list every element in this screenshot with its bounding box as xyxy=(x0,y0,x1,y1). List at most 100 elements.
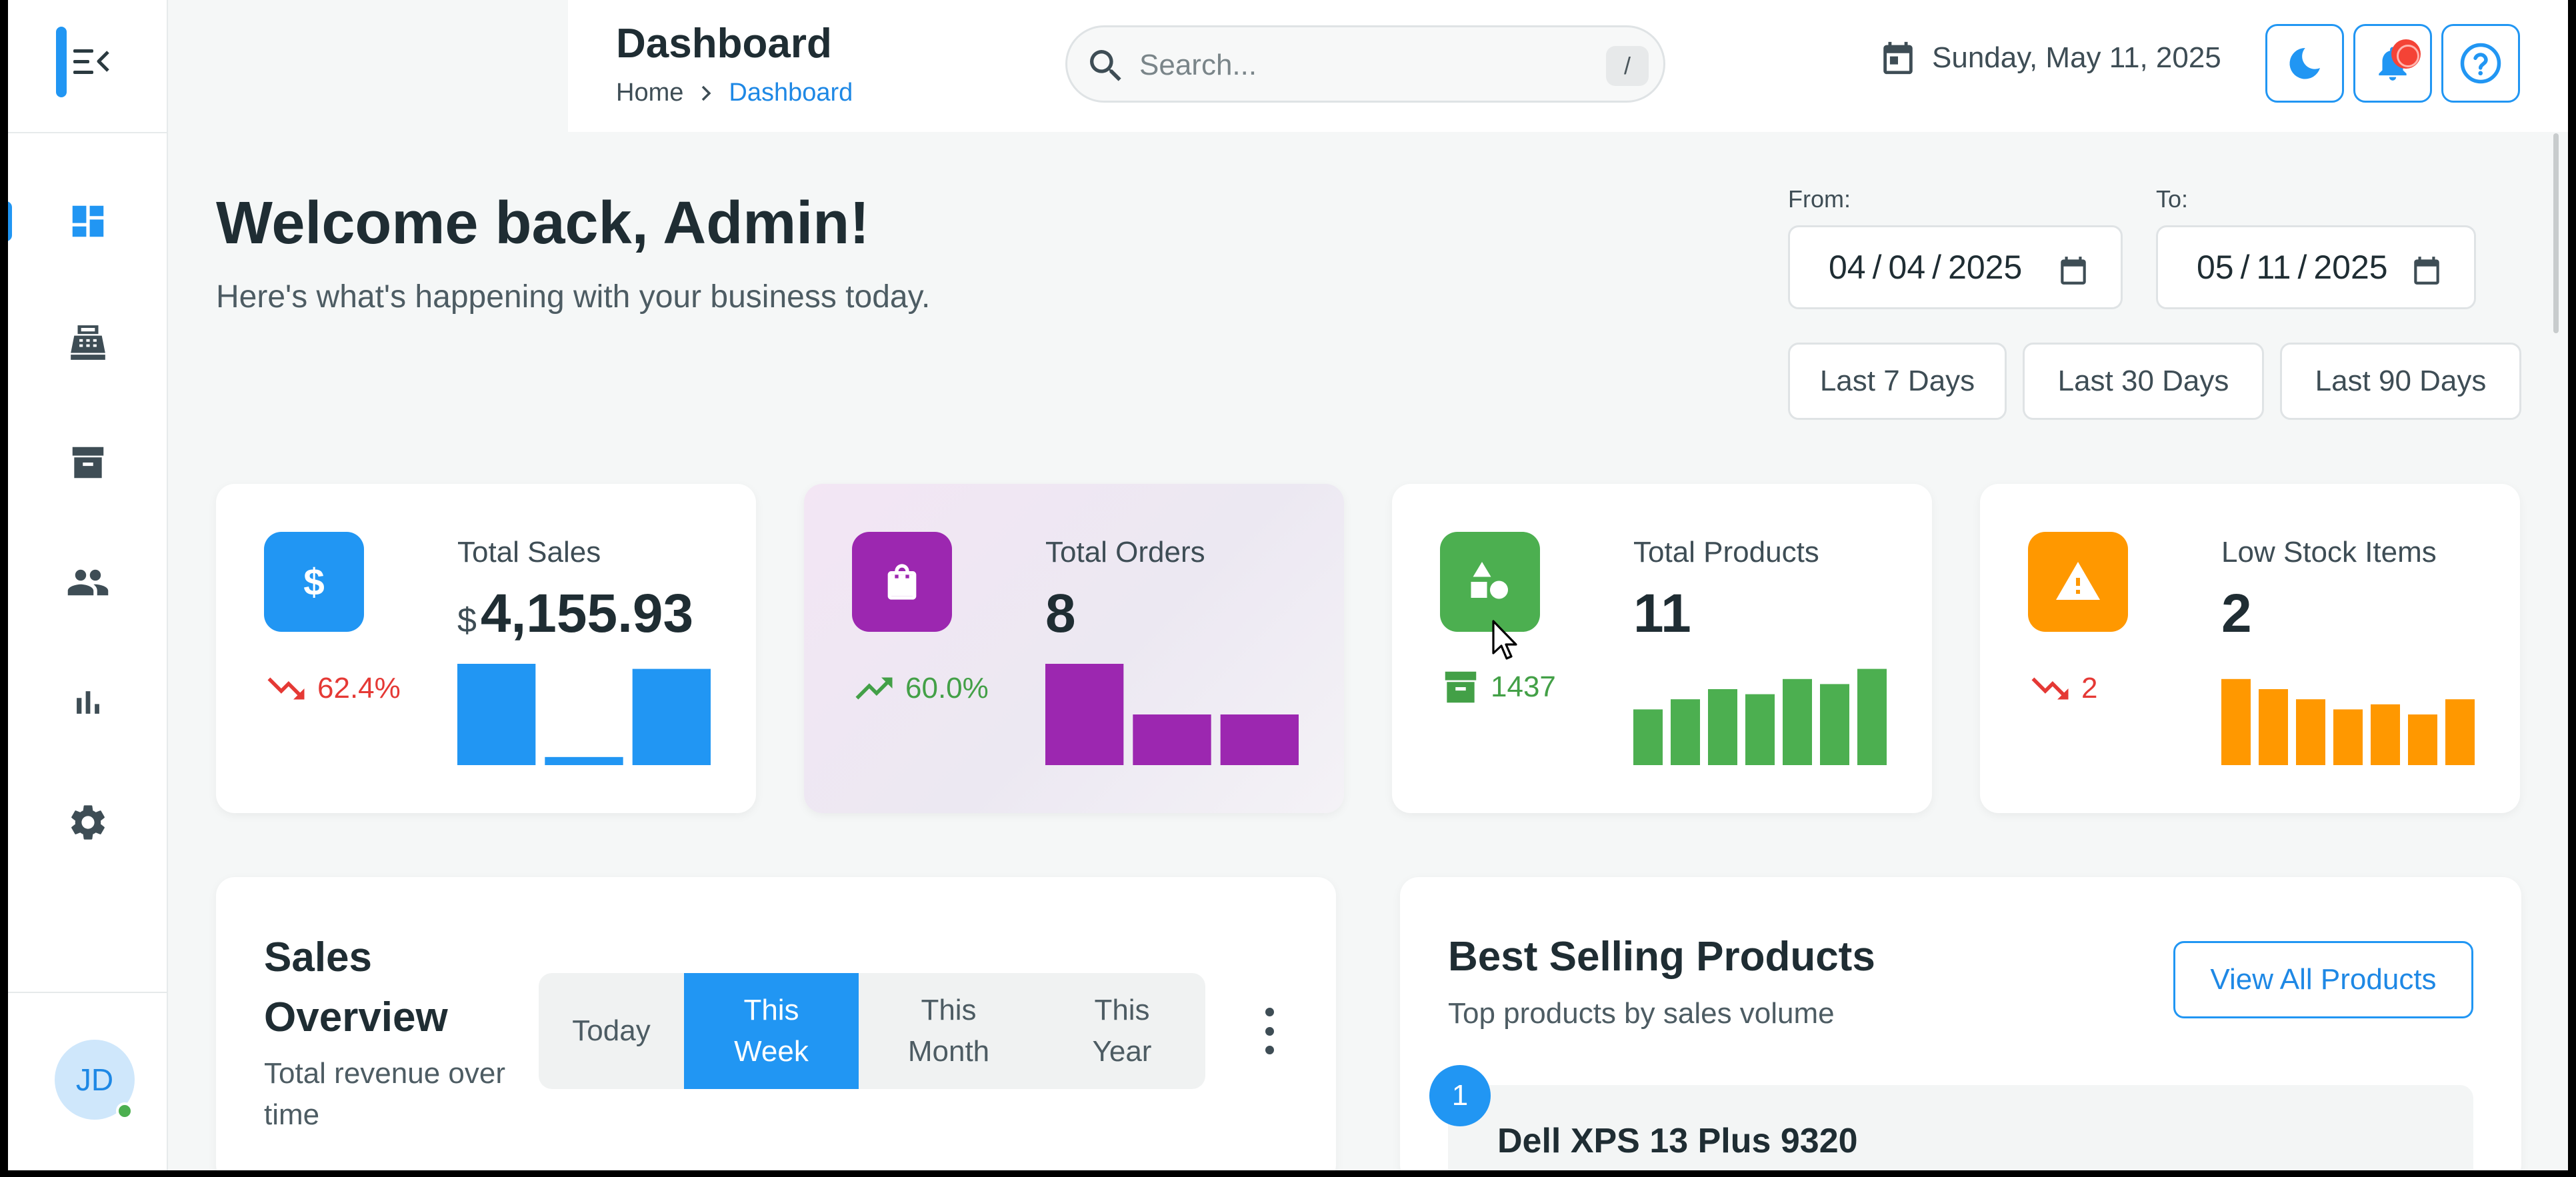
stat-value-number: 4,155.93 xyxy=(480,583,694,644)
trending-down-icon xyxy=(2031,677,2069,700)
trending-down-icon xyxy=(267,677,305,700)
archive-icon xyxy=(72,447,104,479)
product-name: Dell XPS 13 Plus 9320 xyxy=(1497,1122,1858,1160)
shapes-icon xyxy=(1440,532,1540,632)
sidebar-item-customers[interactable] xyxy=(8,543,168,622)
warning-icon xyxy=(2028,532,2128,632)
app-window: JD Dashboard Home Dashboard / Sunday, Ma… xyxy=(8,0,2568,1170)
from-day[interactable]: 04 xyxy=(1889,248,1926,287)
sidebar-item-dashboard[interactable] xyxy=(8,181,168,261)
mini-bar xyxy=(2333,709,2363,765)
help-icon xyxy=(2460,43,2501,84)
notifications-button[interactable] xyxy=(2353,24,2432,103)
from-month[interactable]: 04 xyxy=(1829,248,1866,287)
sidebar-item-reports[interactable] xyxy=(8,662,168,742)
last-7-days-button[interactable]: Last 7 Days xyxy=(1788,343,2007,420)
welcome-subtitle: Here's what's happening with your busine… xyxy=(216,279,931,315)
trend-indicator: 60.0% xyxy=(852,666,989,710)
stat-card-total-orders[interactable]: Total Orders 8 60.0% xyxy=(804,484,1344,813)
more-options-icon[interactable] xyxy=(1256,1008,1283,1054)
mini-bar xyxy=(457,664,536,765)
mini-bar xyxy=(1745,694,1775,765)
current-date: Sunday, May 11, 2025 xyxy=(1879,39,2221,77)
mini-bar xyxy=(545,756,623,765)
sidebar-toggle-button[interactable] xyxy=(56,25,116,99)
stat-card-low-stock[interactable]: Low Stock Items 2 2 xyxy=(1980,484,2520,813)
page-title: Dashboard xyxy=(616,21,832,67)
calendar-picker-icon[interactable] xyxy=(2410,254,2443,287)
calendar-picker-icon[interactable] xyxy=(2057,254,2090,287)
stat-label: Total Products xyxy=(1633,536,1819,569)
sidebar-divider xyxy=(8,992,168,993)
people-icon xyxy=(67,569,109,596)
from-label: From: xyxy=(1788,185,1851,213)
search-shortcut-key: / xyxy=(1606,46,1649,86)
mini-bar-chart xyxy=(2221,678,2475,765)
current-date-text: Sunday, May 11, 2025 xyxy=(1932,41,2221,74)
mini-bar xyxy=(2408,714,2437,765)
gear-icon xyxy=(71,805,105,840)
view-all-products-button[interactable]: View All Products xyxy=(2173,941,2473,1018)
stat-card-total-sales[interactable]: $ Total Sales $4,155.93 62.4% xyxy=(216,484,756,813)
sidebar-item-settings[interactable] xyxy=(8,782,168,862)
from-year[interactable]: 2025 xyxy=(1948,248,2022,287)
stat-value: 8 xyxy=(1045,583,1076,644)
stat-label: Total Orders xyxy=(1045,536,1205,569)
search-bar[interactable]: / xyxy=(1065,25,1665,103)
mini-bar xyxy=(2259,689,2288,765)
dark-mode-toggle-button[interactable] xyxy=(2265,24,2344,103)
tab-this-year[interactable]: This Year xyxy=(1039,973,1205,1089)
mini-bar xyxy=(2296,699,2325,765)
sidebar-item-pos[interactable] xyxy=(8,303,168,383)
stat-value: $4,155.93 xyxy=(457,583,693,645)
breadcrumb-home[interactable]: Home xyxy=(616,79,683,107)
stat-value: 2 xyxy=(2221,583,2252,644)
dollar-icon: $ xyxy=(264,532,364,632)
tab-this-month[interactable]: This Month xyxy=(859,973,1039,1089)
calendar-icon xyxy=(1883,41,1913,75)
last-90-days-button[interactable]: Last 90 Days xyxy=(2280,343,2521,420)
sidebar-toggle-bar xyxy=(56,27,67,97)
tab-today[interactable]: Today xyxy=(539,973,684,1089)
date-separator: / xyxy=(1872,249,1882,286)
mini-bar-chart xyxy=(1045,664,1299,765)
help-button[interactable] xyxy=(2441,24,2520,103)
mini-bar xyxy=(1708,689,1737,765)
mini-bar xyxy=(1220,714,1299,765)
scrollbar-thumb[interactable] xyxy=(2553,133,2559,333)
stat-value: 11 xyxy=(1633,583,1691,644)
trend-indicator: 1437 xyxy=(1440,666,1556,708)
to-day[interactable]: 11 xyxy=(2257,248,2291,287)
rank-badge: 1 xyxy=(1429,1065,1491,1126)
date-separator: / xyxy=(2240,249,2250,286)
mini-bar xyxy=(1133,714,1211,765)
last-30-days-button[interactable]: Last 30 Days xyxy=(2023,343,2264,420)
notification-badge xyxy=(2391,39,2421,69)
trend-value: 62.4% xyxy=(317,672,401,704)
sidebar-item-inventory[interactable] xyxy=(8,423,168,503)
tab-this-week[interactable]: This Week xyxy=(684,973,859,1089)
to-date-input[interactable]: 05 / 11 / 2025 xyxy=(2156,225,2476,309)
chevron-right-icon xyxy=(702,85,711,101)
mini-bar xyxy=(1671,699,1700,765)
mini-bar xyxy=(2371,704,2400,765)
bar-chart-icon xyxy=(77,691,99,714)
period-tabs: Today This Week This Month This Year xyxy=(539,973,1205,1089)
menu-collapse-icon xyxy=(73,49,109,74)
mini-bar xyxy=(1820,684,1849,765)
stat-card-total-products[interactable]: Total Products 11 1437 xyxy=(1392,484,1932,813)
to-label: To: xyxy=(2156,185,2189,213)
from-date-input[interactable]: 04 / 04 / 2025 xyxy=(1788,225,2123,309)
mini-bar xyxy=(1857,668,1887,765)
trend-value: 60.0% xyxy=(905,672,989,704)
breadcrumb: Home Dashboard xyxy=(616,79,853,107)
trend-indicator: 62.4% xyxy=(264,666,401,710)
mini-bar-chart xyxy=(457,664,711,765)
stat-label: Total Sales xyxy=(457,536,601,569)
stat-label: Low Stock Items xyxy=(2221,536,2437,569)
moon-icon xyxy=(2289,48,2320,79)
to-year[interactable]: 2025 xyxy=(2313,248,2387,287)
search-input[interactable] xyxy=(1139,42,1566,89)
trending-up-icon xyxy=(855,677,893,700)
to-month[interactable]: 05 xyxy=(2197,248,2234,287)
